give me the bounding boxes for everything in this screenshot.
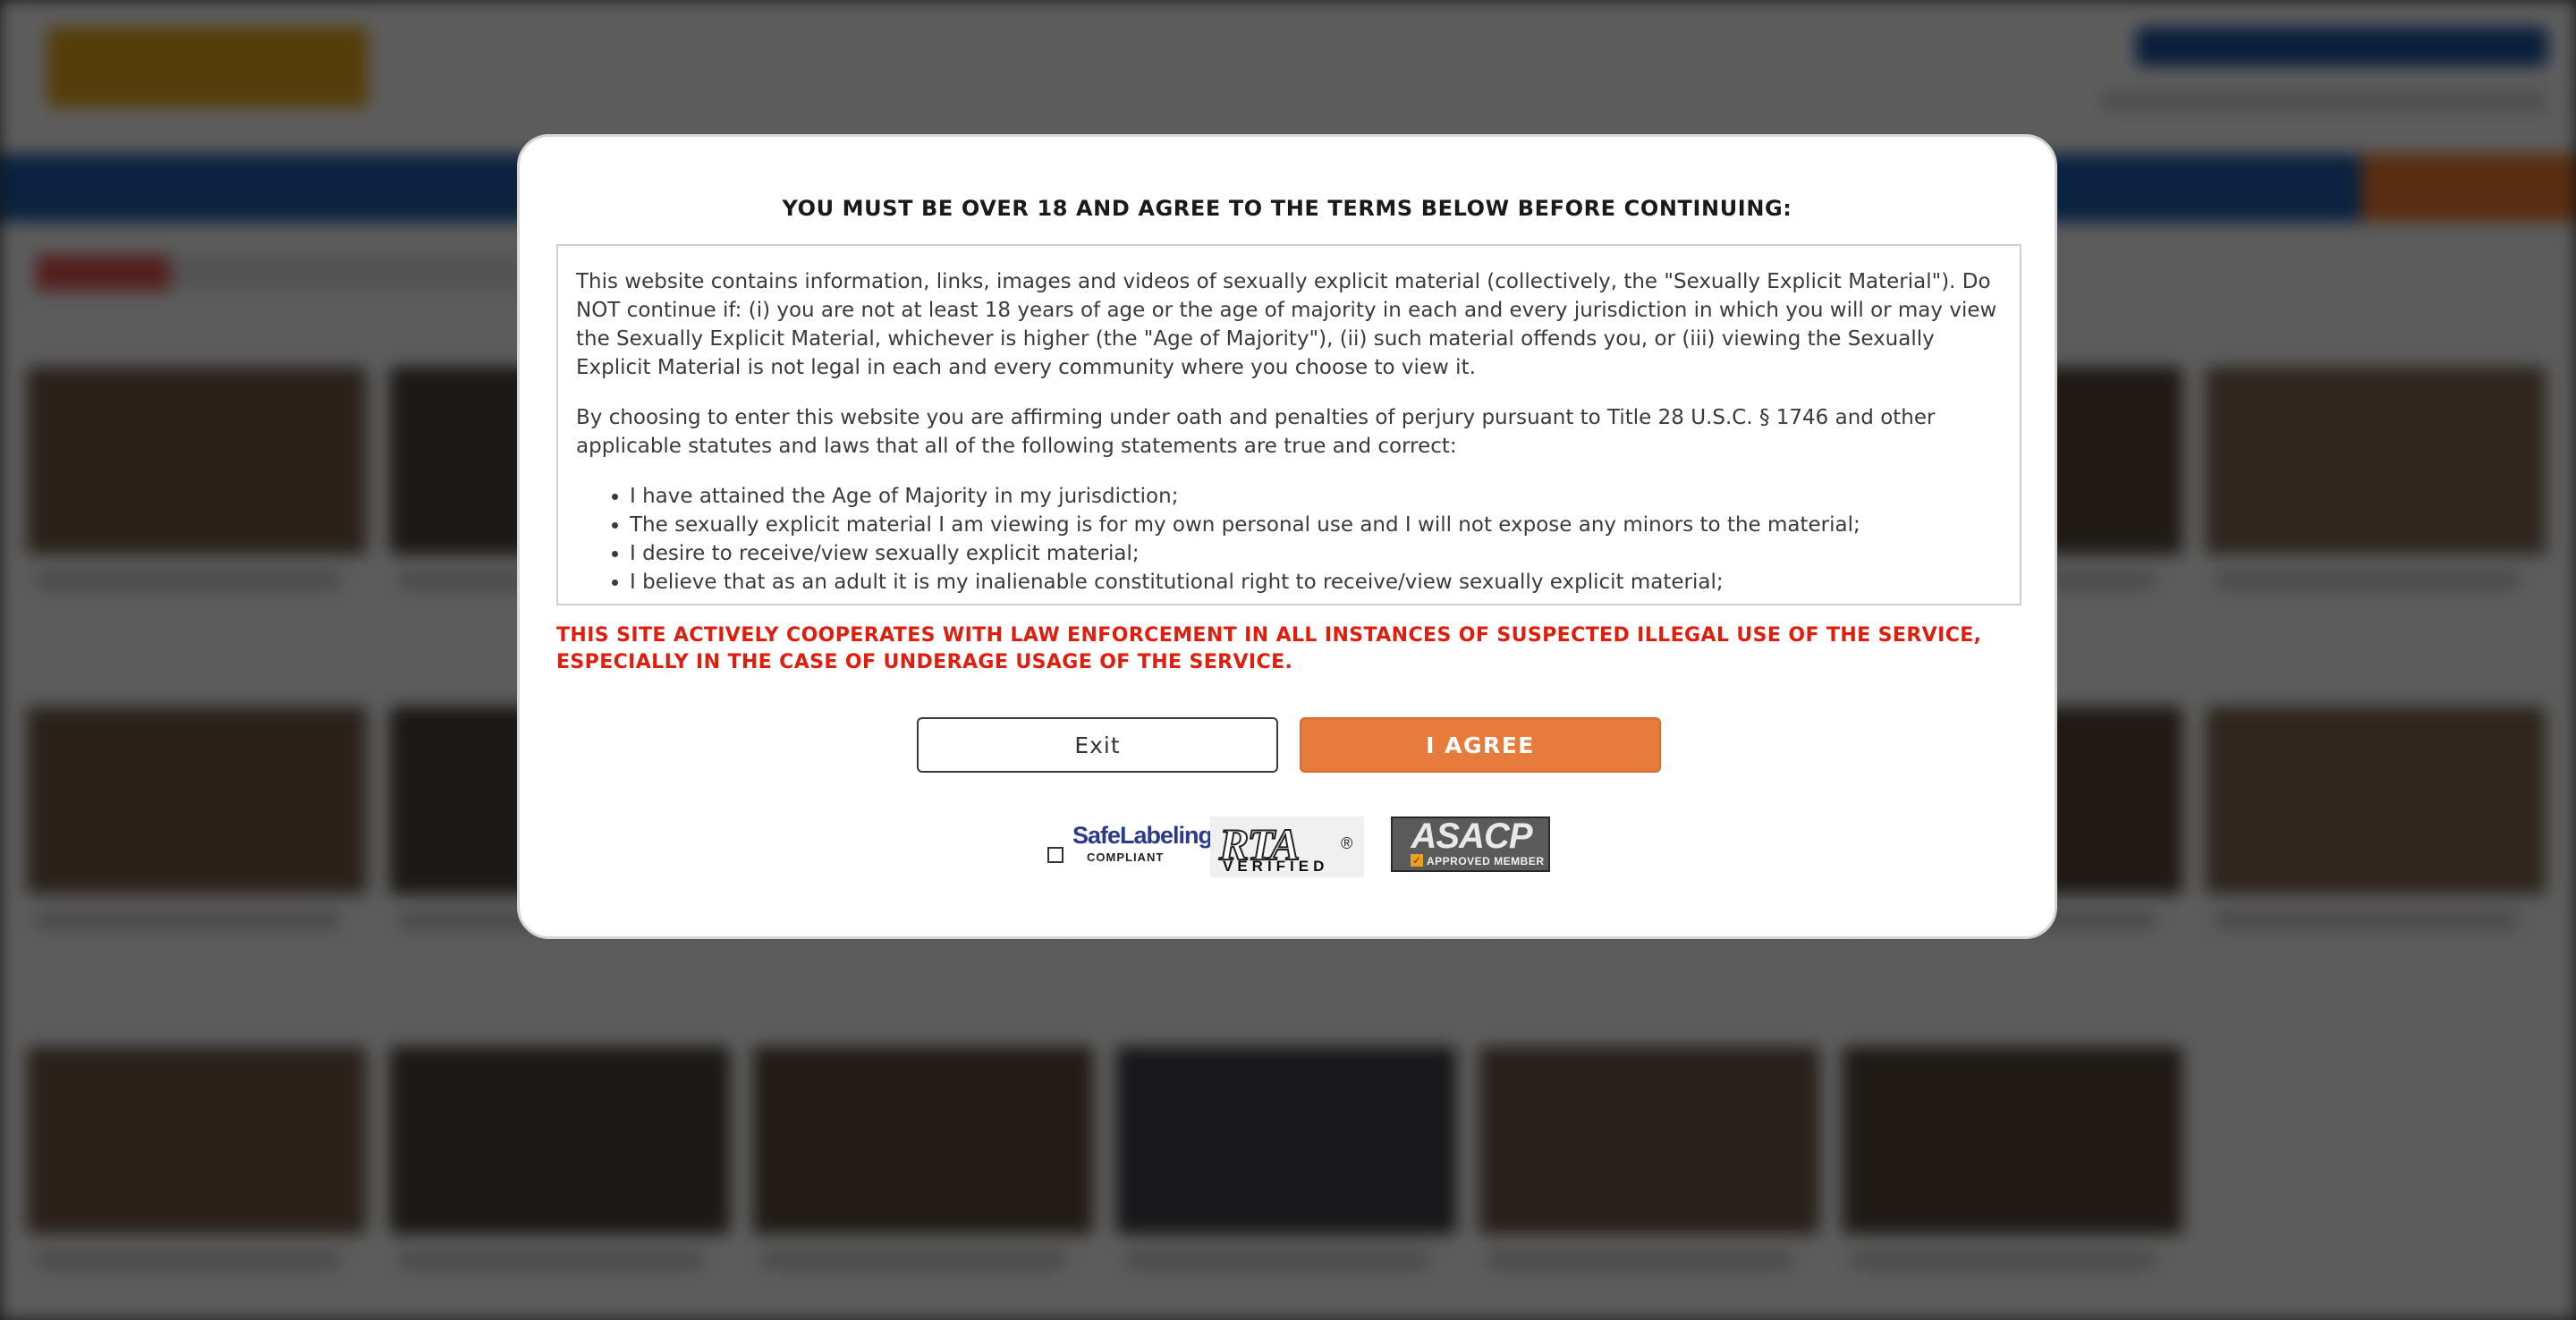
terms-scroll-box[interactable]: This website contains information, links… (556, 244, 2021, 605)
terms-statement: I have attained the Age of Majority in m… (630, 482, 2002, 511)
terms-statement: I believe that as an adult it is my inal… (630, 568, 2002, 597)
age-verification-modal: YOU MUST BE OVER 18 AND AGREE TO THE TER… (517, 134, 2057, 939)
modal-title: YOU MUST BE OVER 18 AND AGREE TO THE TER… (782, 196, 1792, 221)
rta-badge[interactable]: RTA ® VERIFIED (1210, 817, 1364, 877)
asacp-badge[interactable]: ASACP ✓ APPROVED MEMBER (1391, 817, 1550, 872)
law-enforcement-warning: THIS SITE ACTIVELY COOPERATES WITH LAW E… (556, 624, 1982, 673)
rta-subtitle: VERIFIED (1223, 858, 1329, 875)
agree-button[interactable]: I AGREE (1300, 717, 1661, 773)
exit-button[interactable]: Exit (917, 717, 1278, 773)
safelabeling-title: SafeLabeling (1072, 822, 1213, 849)
registered-mark: ® (1341, 834, 1353, 852)
asacp-subtitle: APPROVED MEMBER (1427, 855, 1545, 867)
terms-statement-list: I have attained the Age of Majority in m… (576, 482, 2002, 597)
terms-statement: The sexually explicit material I am view… (630, 511, 2002, 539)
safelabeling-subtitle: COMPLIANT (1087, 850, 1165, 864)
terms-paragraph: By choosing to enter this website you ar… (576, 406, 1936, 458)
terms-paragraph: This website contains information, links… (576, 270, 1997, 379)
check-icon: ✓ (1411, 854, 1423, 867)
asacp-title: ASACP (1411, 817, 1532, 856)
safelabeling-badge[interactable]: SafeLabeling COMPLIANT (1040, 817, 1213, 870)
terms-statement: I desire to receive/view sexually explic… (630, 539, 2002, 568)
checkbox-icon (1047, 847, 1063, 863)
